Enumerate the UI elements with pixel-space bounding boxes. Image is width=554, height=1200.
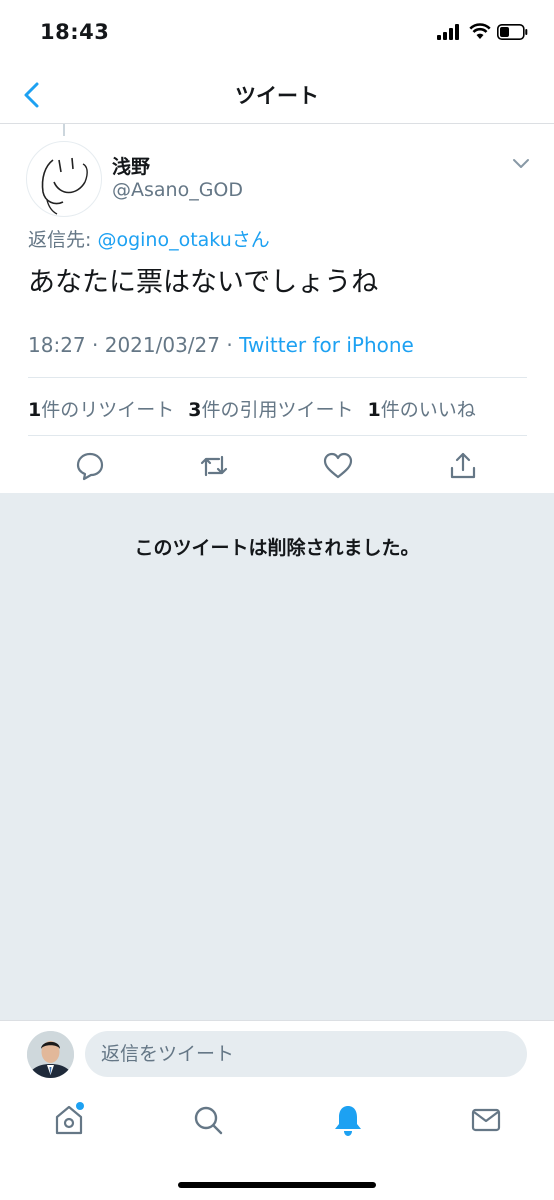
user-avatar[interactable]	[27, 1031, 74, 1078]
author-avatar[interactable]	[26, 141, 102, 217]
like-count: 1	[367, 399, 381, 421]
deleted-notice: このツイートは削除されました。	[134, 537, 420, 559]
like-label: 件のいいね	[380, 399, 476, 421]
retweet-icon[interactable]	[197, 449, 231, 483]
messages-icon[interactable]	[469, 1102, 503, 1138]
retweet-label: 件のリツイート	[41, 399, 175, 421]
page-title: ツイート	[235, 84, 319, 108]
search-icon[interactable]	[191, 1102, 225, 1138]
battery-icon	[497, 24, 528, 40]
nav-divider	[0, 123, 554, 124]
quote-stat[interactable]: 3件の引用ツイート	[188, 399, 353, 421]
reply-icon[interactable]	[73, 449, 107, 483]
smiley-avatar-icon	[41, 157, 88, 215]
tweet-time: 18:27	[28, 333, 86, 357]
divider	[28, 435, 527, 436]
status-time: 18:43	[40, 20, 110, 44]
thread-line	[63, 124, 65, 136]
home-indicator	[178, 1182, 376, 1188]
reply-bar-divider	[0, 1020, 554, 1021]
tweet-meta: 18:27 · 2021/03/27 · Twitter for iPhone	[28, 333, 414, 357]
reply-input[interactable]: 返信をツイート	[85, 1031, 527, 1077]
retweet-count: 1	[28, 399, 42, 421]
person-avatar-icon	[27, 1031, 74, 1078]
cellular-signal-icon	[437, 24, 461, 40]
notifications-icon[interactable]	[331, 1102, 365, 1138]
chevron-down-icon[interactable]	[510, 155, 532, 171]
tweet-stats: 1件のリツイート 3件の引用ツイート 1件のいいね	[28, 395, 476, 422]
tweet-text: あなたに票はないでしょうね	[28, 267, 379, 298]
meta-separator: ·	[220, 333, 240, 357]
divider	[28, 377, 527, 378]
like-stat[interactable]: 1件のいいね	[368, 399, 476, 421]
author-handle[interactable]: @Asano_GOD	[112, 179, 243, 201]
retweet-stat[interactable]: 1件のリツイート	[28, 399, 174, 421]
quote-count: 3	[188, 399, 202, 421]
home-notification-dot	[76, 1102, 84, 1110]
tweet-source-link[interactable]: Twitter for iPhone	[239, 333, 414, 357]
author-display-name[interactable]: 浅野	[112, 152, 150, 179]
reply-to-line: 返信先: @ogino_otakuさん	[28, 225, 270, 252]
like-icon[interactable]	[321, 449, 355, 483]
quote-label: 件の引用ツイート	[201, 399, 354, 421]
tweet-date: 2021/03/27	[104, 333, 220, 357]
reply-to-suffix: さん	[231, 229, 270, 251]
meta-separator: ·	[85, 333, 105, 357]
deleted-tweet-area	[0, 493, 554, 1020]
share-icon[interactable]	[446, 449, 480, 483]
wifi-icon	[469, 23, 491, 39]
reply-to-prefix: 返信先:	[28, 229, 98, 251]
reply-mention-link[interactable]: @ogino_otaku	[97, 229, 231, 251]
